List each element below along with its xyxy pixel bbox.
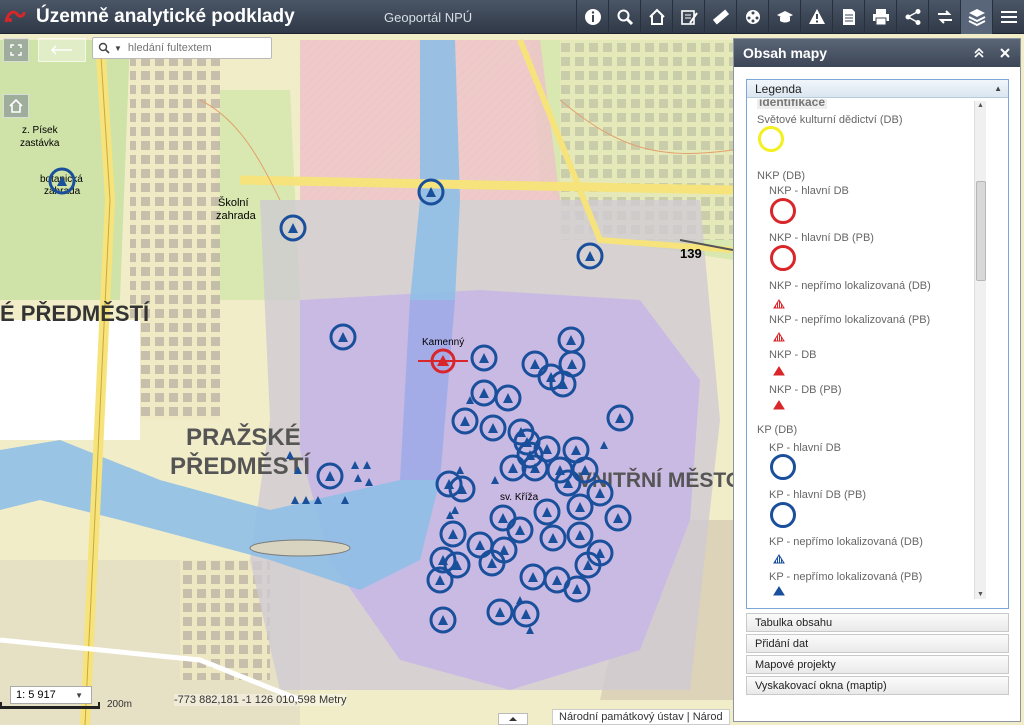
tri-red-hatched-icon (773, 332, 785, 342)
chevron-up-icon[interactable]: ▲ (994, 84, 1002, 93)
legend-item-label: KP - nepřímo lokalizovaná (DB) (769, 536, 923, 548)
circle-blue-icon (770, 454, 796, 480)
document-icon[interactable] (832, 0, 864, 34)
legend-item-label: NKP - nepřímo lokalizovaná (DB) (769, 280, 931, 292)
search-icon (98, 42, 110, 54)
panel-header: Obsah mapy (734, 39, 1020, 67)
section-label: Mapové projekty (755, 658, 836, 671)
tri-red-hatched-icon (773, 299, 785, 309)
legend-item-label: NKP - nepřímo lokalizovaná (PB) (769, 314, 931, 326)
portal-name: Geoportál NPÚ (384, 10, 473, 25)
legend-item-label: identifikace (757, 99, 828, 109)
chevron-down-icon: ▼ (75, 690, 83, 700)
legend-tab-label: Legenda (755, 81, 802, 96)
ruler-icon[interactable] (704, 0, 736, 34)
legend-item-label: NKP - hlavní DB (769, 185, 849, 197)
back-forward-icon[interactable] (38, 38, 86, 62)
legend-item-label: KP - nepřímo lokalizovaná (PB) (769, 571, 923, 583)
circle-yellow-icon (758, 126, 784, 152)
fulltext-search[interactable]: ▼ (92, 37, 272, 59)
search-icon[interactable] (608, 0, 640, 34)
map-label: zahrada (216, 210, 257, 222)
circle-red-icon (770, 245, 796, 271)
warning-icon[interactable] (800, 0, 832, 34)
map-content-panel: Obsah mapy Legenda ▲ identifikace Světové… (733, 38, 1021, 722)
tri-red-icon (773, 400, 785, 410)
section-popup-windows[interactable]: Vyskakovací okna (maptip) (746, 676, 1009, 695)
graduation-cap-icon[interactable] (768, 0, 800, 34)
collapse-bottom-button[interactable] (498, 713, 528, 725)
section-label: Tabulka obsahu (755, 616, 833, 629)
circle-red-icon (770, 198, 796, 224)
print-icon[interactable] (864, 0, 896, 34)
zoom-extent-button[interactable] (3, 38, 29, 62)
home-view-icon[interactable] (3, 94, 29, 118)
legend-item-label: NKP - hlavní DB (PB) (769, 232, 874, 244)
map-label: É PŘEDMĚSTÍ (0, 301, 150, 326)
npu-logo-icon (0, 0, 30, 34)
map-label: PRAŽSKÉ (186, 423, 301, 451)
chevron-down-icon[interactable]: ▼ (114, 44, 122, 53)
scroll-thumb[interactable] (976, 181, 986, 281)
share-icon[interactable] (896, 0, 928, 34)
toolbar (576, 0, 1024, 34)
map-label: 139 (680, 246, 702, 261)
circle-blue-icon (770, 502, 796, 528)
info-icon[interactable] (576, 0, 608, 34)
menu-icon[interactable] (992, 0, 1024, 34)
section-label: Vyskakovací okna (maptip) (755, 679, 887, 692)
scroll-up-icon[interactable]: ▲ (977, 102, 984, 109)
legend-tab[interactable]: Legenda ▲ (747, 80, 1008, 98)
section-map-projects[interactable]: Mapové projekty (746, 655, 1009, 674)
legend-scrollbar[interactable]: ▲ ▼ (974, 101, 986, 599)
legend-section: Legenda ▲ identifikace Světové kulturní d… (746, 79, 1009, 609)
map-label: sv. Kříža (500, 492, 539, 503)
scale-bar-label: 200m (107, 699, 133, 710)
section-add-data[interactable]: Přidání dat (746, 634, 1009, 653)
legend-item-label: KP (DB) (757, 424, 798, 436)
section-label: Přidání dat (755, 637, 809, 650)
legend-item-label: NKP - DB (769, 349, 817, 361)
map-label: Kamenný (422, 337, 464, 348)
map-label: z. Písek (22, 125, 59, 136)
tri-blue-icon (773, 586, 785, 596)
tri-red-icon (773, 366, 785, 376)
scroll-down-icon[interactable]: ▼ (977, 591, 984, 598)
swap-arrows-icon[interactable] (928, 0, 960, 34)
tri-blue-hatched-icon (773, 554, 785, 564)
attribution: Národní památkový ústav | Národ (552, 709, 730, 725)
edit-form-icon[interactable] (672, 0, 704, 34)
top-bar: Územně analytické podklady Geoportál NPÚ (0, 0, 1024, 34)
section-table-of-contents[interactable]: Tabulka obsahu (746, 613, 1009, 632)
legend-list: identifikace Světové kulturní dědictví (D… (747, 99, 1008, 608)
home-icon[interactable] (640, 0, 672, 34)
map-label: Školní (218, 196, 249, 209)
close-icon[interactable] (996, 44, 1014, 62)
coordinates-readout: -773 882,181 -1 126 010,598 Metry (174, 694, 347, 706)
panel-title: Obsah mapy (743, 45, 828, 61)
app-title: Územně analytické podklady (36, 5, 295, 27)
search-input[interactable] (127, 42, 258, 54)
legend-item-label: NKP - DB (PB) (769, 384, 842, 396)
legend-item-label: KP - hlavní DB (PB) (769, 489, 866, 501)
legend-item-label: NKP (DB) (757, 170, 806, 182)
layers-icon[interactable] (960, 0, 992, 34)
film-reel-icon[interactable] (736, 0, 768, 34)
map-label: zastávka (20, 138, 60, 149)
collapse-panel-icon[interactable] (970, 44, 988, 62)
